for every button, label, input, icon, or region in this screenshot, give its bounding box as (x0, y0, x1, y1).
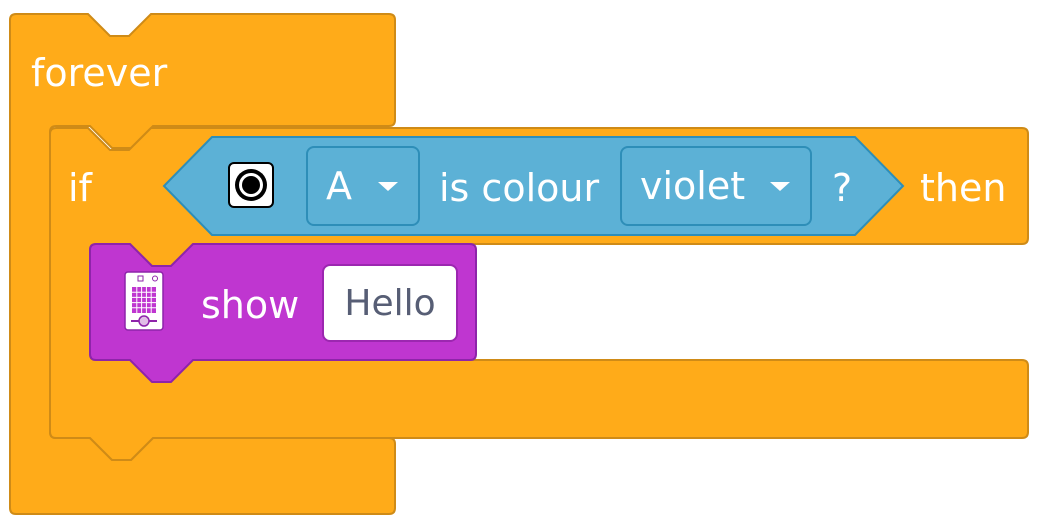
port-chevron-down-icon (378, 182, 398, 191)
colour-dropdown-value: violet (640, 164, 746, 208)
led-matrix-board-icon (124, 271, 164, 331)
question-mark-label: ? (832, 166, 853, 210)
then-label: then (920, 166, 1007, 210)
colour-dropdown[interactable]: violet (620, 146, 812, 226)
show-text-value: Hello (344, 282, 436, 324)
is-colour-label: is colour (439, 166, 600, 210)
colour-chevron-down-icon (770, 182, 790, 191)
forever-label: forever (31, 51, 168, 95)
show-label: show (201, 283, 300, 327)
port-dropdown-value: A (326, 164, 352, 208)
colour-sensor-icon (228, 162, 274, 208)
if-label: if (68, 166, 92, 210)
port-dropdown[interactable]: A (306, 146, 420, 226)
show-text-input[interactable]: Hello (322, 264, 458, 342)
